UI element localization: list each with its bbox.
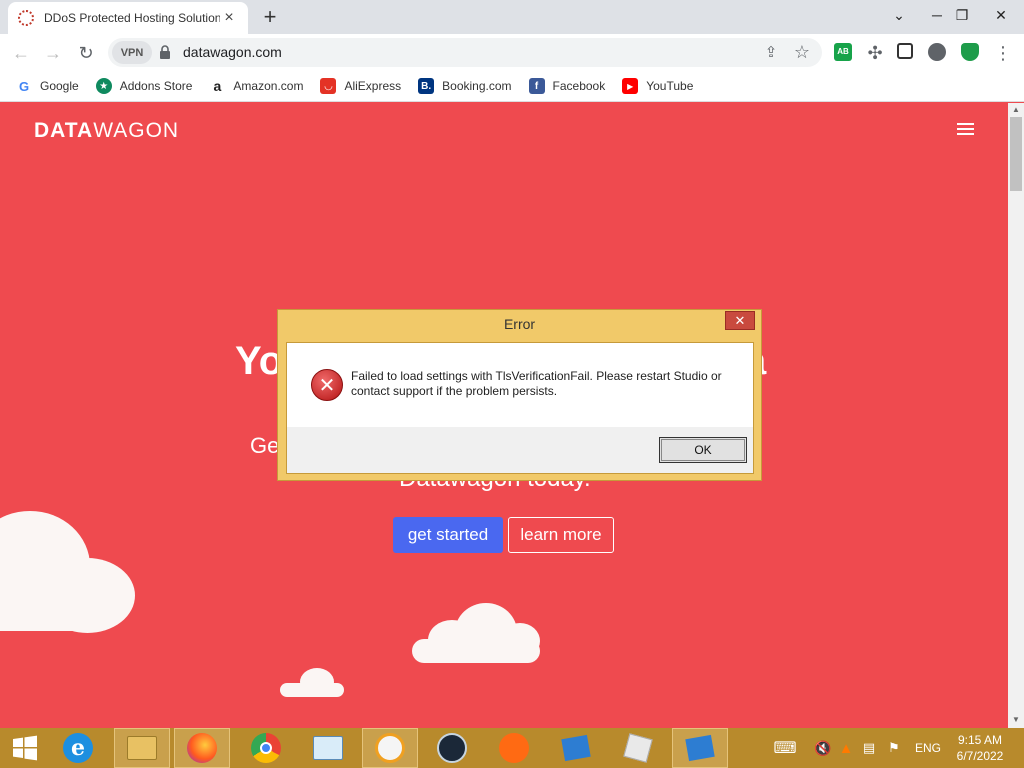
url-text[interactable]: datawagon.com [183, 44, 282, 60]
hero-heading-left: Yo [235, 339, 284, 383]
folder-icon [127, 736, 157, 760]
close-window-button[interactable]: ✕ [984, 0, 1018, 30]
dialog-title: Error [503, 316, 536, 332]
sublime-icon [499, 733, 529, 763]
get-started-button[interactable]: get started [393, 517, 503, 553]
ie-icon: e [63, 733, 93, 763]
booking-icon: B. [418, 78, 435, 94]
error-dialog: Error ✕ ✕ Failed to load settings with T… [277, 309, 762, 481]
bookmark-addons-store[interactable]: ★ Addons Store [95, 78, 192, 94]
system-clock[interactable]: 9:15 AM 6/7/2022 [950, 732, 1010, 764]
scroll-up-icon[interactable]: ▲ [1011, 105, 1021, 115]
clock-date: 6/7/2022 [956, 749, 1004, 763]
windows-taskbar: e ⌨ 🔇 ▲ ▤ ⚑ ENG 9:15 AM 6/7/2022 [0, 728, 1024, 768]
steam-icon [437, 733, 467, 763]
action-center-icon[interactable]: ⚑ [884, 728, 904, 768]
steam-taskbar[interactable] [424, 728, 480, 768]
chrome-taskbar[interactable] [238, 728, 294, 768]
back-icon[interactable]: ← [8, 40, 34, 66]
clock-time: 9:15 AM [957, 733, 1003, 747]
roblox-taskbar[interactable] [610, 728, 666, 768]
sublime-taskbar[interactable] [486, 728, 542, 768]
keyboard-icon[interactable]: ⌨ [770, 728, 800, 768]
facebook-icon: f [528, 78, 545, 94]
google-icon: G [16, 78, 32, 94]
side-panel-icon[interactable] [897, 43, 913, 59]
tab-datawagon[interactable]: DDoS Protected Hosting Solution × [8, 2, 248, 34]
shield-extension-icon[interactable] [961, 43, 979, 61]
roblox-studio-active-taskbar[interactable] [672, 728, 728, 768]
bookmarks-bar: G Google ★ Addons Store a Amazon.com ◡ A… [0, 71, 1024, 102]
adblock-icon[interactable]: AB [834, 43, 852, 61]
roblox-icon [623, 733, 653, 763]
site-favicon-icon [18, 10, 34, 26]
dialog-footer: OK [287, 427, 753, 473]
bookmark-youtube[interactable]: ▶ YouTube [622, 78, 693, 94]
forward-icon[interactable]: → [40, 40, 66, 66]
dialog-close-button[interactable]: ✕ [725, 311, 755, 330]
windows-logo-icon [13, 735, 37, 761]
dialog-body: ✕ Failed to load settings with TlsVerifi… [286, 342, 754, 474]
tab-strip: DDoS Protected Hosting Solution × + ⌄ ─ … [0, 0, 1024, 34]
scrollbar-thumb[interactable] [1010, 117, 1022, 191]
volume-muted-icon[interactable]: 🔇 [812, 728, 834, 768]
reload-icon[interactable]: ↻ [73, 40, 99, 66]
site-logo[interactable]: DATAWAGON [34, 119, 179, 143]
profile-avatar-icon[interactable] [928, 43, 946, 61]
lock-icon[interactable] [160, 45, 170, 59]
addons-icon: ★ [95, 78, 112, 94]
share-icon[interactable]: ⇪ [758, 39, 784, 65]
ok-button[interactable]: OK [659, 437, 747, 463]
bookmark-google[interactable]: G Google [16, 78, 79, 94]
restore-button[interactable]: ❐ [945, 0, 979, 30]
learn-more-button[interactable]: learn more [508, 517, 614, 553]
amazon-icon: a [209, 78, 226, 94]
control-panel-taskbar[interactable] [300, 728, 356, 768]
hamburger-menu-icon[interactable] [957, 123, 974, 135]
address-bar[interactable]: VPN datawagon.com ⇪ ☆ [108, 38, 822, 67]
scroll-down-icon[interactable]: ▼ [1011, 715, 1021, 725]
aliexpress-icon: ◡ [320, 78, 337, 94]
error-icon: ✕ [311, 369, 343, 401]
bookmark-aliexpress[interactable]: ◡ AliExpress [320, 78, 401, 94]
firefox-taskbar[interactable] [174, 728, 230, 768]
dialog-message: Failed to load settings with TlsVerifica… [351, 369, 722, 398]
bookmark-facebook[interactable]: f Facebook [528, 78, 605, 94]
vpn-badge[interactable]: VPN [112, 41, 152, 64]
bookmark-star-icon[interactable]: ☆ [789, 39, 815, 65]
bookmark-amazon[interactable]: a Amazon.com [209, 78, 303, 94]
chrome-icon [251, 733, 281, 763]
page-scrollbar[interactable]: ▲ ▼ [1008, 103, 1024, 728]
hero-subtitle-left: Ge [250, 433, 280, 458]
tab-search-icon[interactable]: ⌄ [882, 0, 916, 30]
language-indicator[interactable]: ENG [910, 728, 946, 768]
tab-close-icon[interactable]: × [220, 9, 238, 27]
internet-explorer-taskbar[interactable]: e [50, 728, 106, 768]
tab-title: DDoS Protected Hosting Solution [44, 11, 220, 25]
roblox-studio-taskbar[interactable] [548, 728, 604, 768]
start-button[interactable] [0, 728, 50, 768]
roblox-studio-active-icon [685, 734, 715, 762]
browser-toolbar: ← → ↻ VPN datawagon.com ⇪ ☆ AB ✣ ⋮ [0, 34, 1024, 71]
security-app-taskbar[interactable] [362, 728, 418, 768]
file-explorer-taskbar[interactable] [114, 728, 170, 768]
network-icon[interactable]: ▤ [858, 728, 880, 768]
extensions-icon[interactable]: ✣ [862, 40, 888, 66]
menu-dots-icon[interactable]: ⋮ [990, 40, 1016, 66]
keyhole-shield-icon [375, 733, 405, 763]
bookmark-booking[interactable]: B. Booking.com [418, 78, 512, 94]
firefox-icon [187, 733, 217, 763]
avast-icon[interactable]: ▲ [836, 728, 856, 768]
control-panel-icon [313, 736, 343, 760]
youtube-icon: ▶ [622, 78, 639, 94]
new-tab-button[interactable]: + [258, 4, 282, 29]
roblox-studio-icon [561, 734, 591, 762]
